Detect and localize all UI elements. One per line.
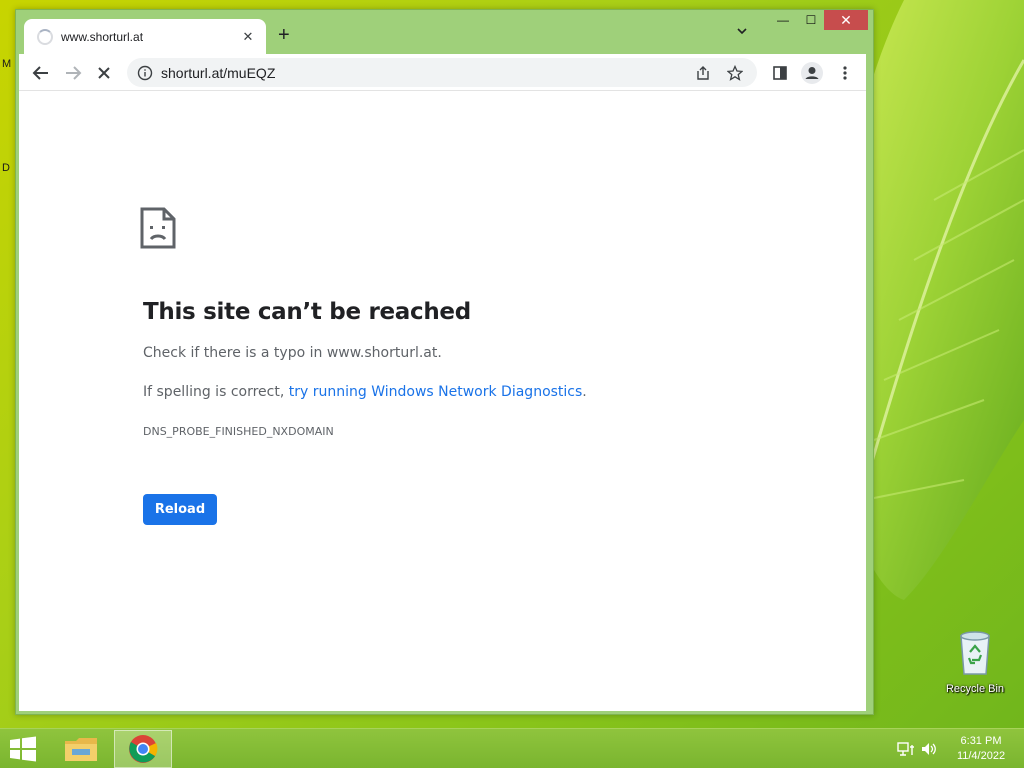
- chrome-taskbar-button[interactable]: [114, 730, 172, 768]
- recycle-bin-icon: [960, 631, 990, 675]
- error-hint-diagnostics: If spelling is correct, try running Wind…: [143, 384, 587, 400]
- title-bar: www.shorturl.at ✕ + — ☐ ✕: [16, 10, 873, 54]
- stop-icon[interactable]: [93, 62, 115, 84]
- clock-date: 11/4/2022: [956, 750, 1006, 762]
- recycle-bin[interactable]: Recycle Bin: [940, 630, 1010, 695]
- chrome-icon: [129, 735, 158, 763]
- start-windows-icon[interactable]: [8, 736, 38, 762]
- close-window-button[interactable]: ✕: [824, 10, 868, 30]
- menu-icon[interactable]: [834, 62, 856, 84]
- loading-spinner-icon: [37, 28, 53, 45]
- error-code: DNS_PROBE_FINISHED_NXDOMAIN: [143, 425, 334, 438]
- back-icon[interactable]: [30, 62, 52, 84]
- error-page: This site can’t be reached Check if ther…: [19, 91, 866, 711]
- minimize-button[interactable]: —: [770, 10, 796, 30]
- browser-window: www.shorturl.at ✕ + — ☐ ✕ shorturl.at/mu…: [15, 9, 874, 715]
- error-title: This site can’t be reached: [143, 299, 471, 325]
- reload-button[interactable]: Reload: [143, 494, 217, 525]
- tab-search-chevron-icon[interactable]: [735, 24, 749, 43]
- desktop-edge-text: D: [2, 162, 10, 174]
- url-text[interactable]: shorturl.at/muEQZ: [161, 65, 693, 81]
- close-tab-icon[interactable]: ✕: [238, 29, 258, 45]
- info-icon[interactable]: [137, 65, 153, 81]
- system-clock[interactable]: 6:31 PM 11/4/2022: [946, 734, 1016, 764]
- maximize-button[interactable]: ☐: [798, 10, 824, 30]
- address-bar[interactable]: shorturl.at/muEQZ: [127, 58, 757, 87]
- tab-title: www.shorturl.at: [61, 29, 144, 44]
- browser-toolbar: shorturl.at/muEQZ: [19, 54, 866, 91]
- network-diagnostics-link[interactable]: try running Windows Network Diagnostics: [289, 384, 583, 400]
- diagnostics-suffix: .: [582, 384, 587, 400]
- error-hint-typo: Check if there is a typo in www.shorturl…: [143, 345, 442, 361]
- volume-icon[interactable]: [920, 741, 938, 757]
- side-panel-icon[interactable]: [769, 62, 791, 84]
- recycle-bin-label: Recycle Bin: [945, 683, 1005, 695]
- profile-icon[interactable]: [801, 62, 823, 84]
- taskbar: 6:31 PM 11/4/2022: [0, 728, 1024, 768]
- bookmark-star-icon[interactable]: [725, 63, 745, 83]
- new-tab-button[interactable]: +: [278, 24, 290, 46]
- forward-icon[interactable]: [62, 62, 84, 84]
- browser-tab[interactable]: www.shorturl.at ✕: [24, 19, 266, 54]
- diagnostics-prefix: If spelling is correct,: [143, 384, 289, 400]
- sad-document-icon: [140, 207, 176, 249]
- network-icon[interactable]: [897, 741, 915, 757]
- desktop-edge-text: M: [2, 58, 12, 70]
- file-explorer-icon[interactable]: [62, 733, 100, 765]
- clock-time: 6:31 PM: [960, 735, 1002, 747]
- share-icon[interactable]: [693, 63, 713, 83]
